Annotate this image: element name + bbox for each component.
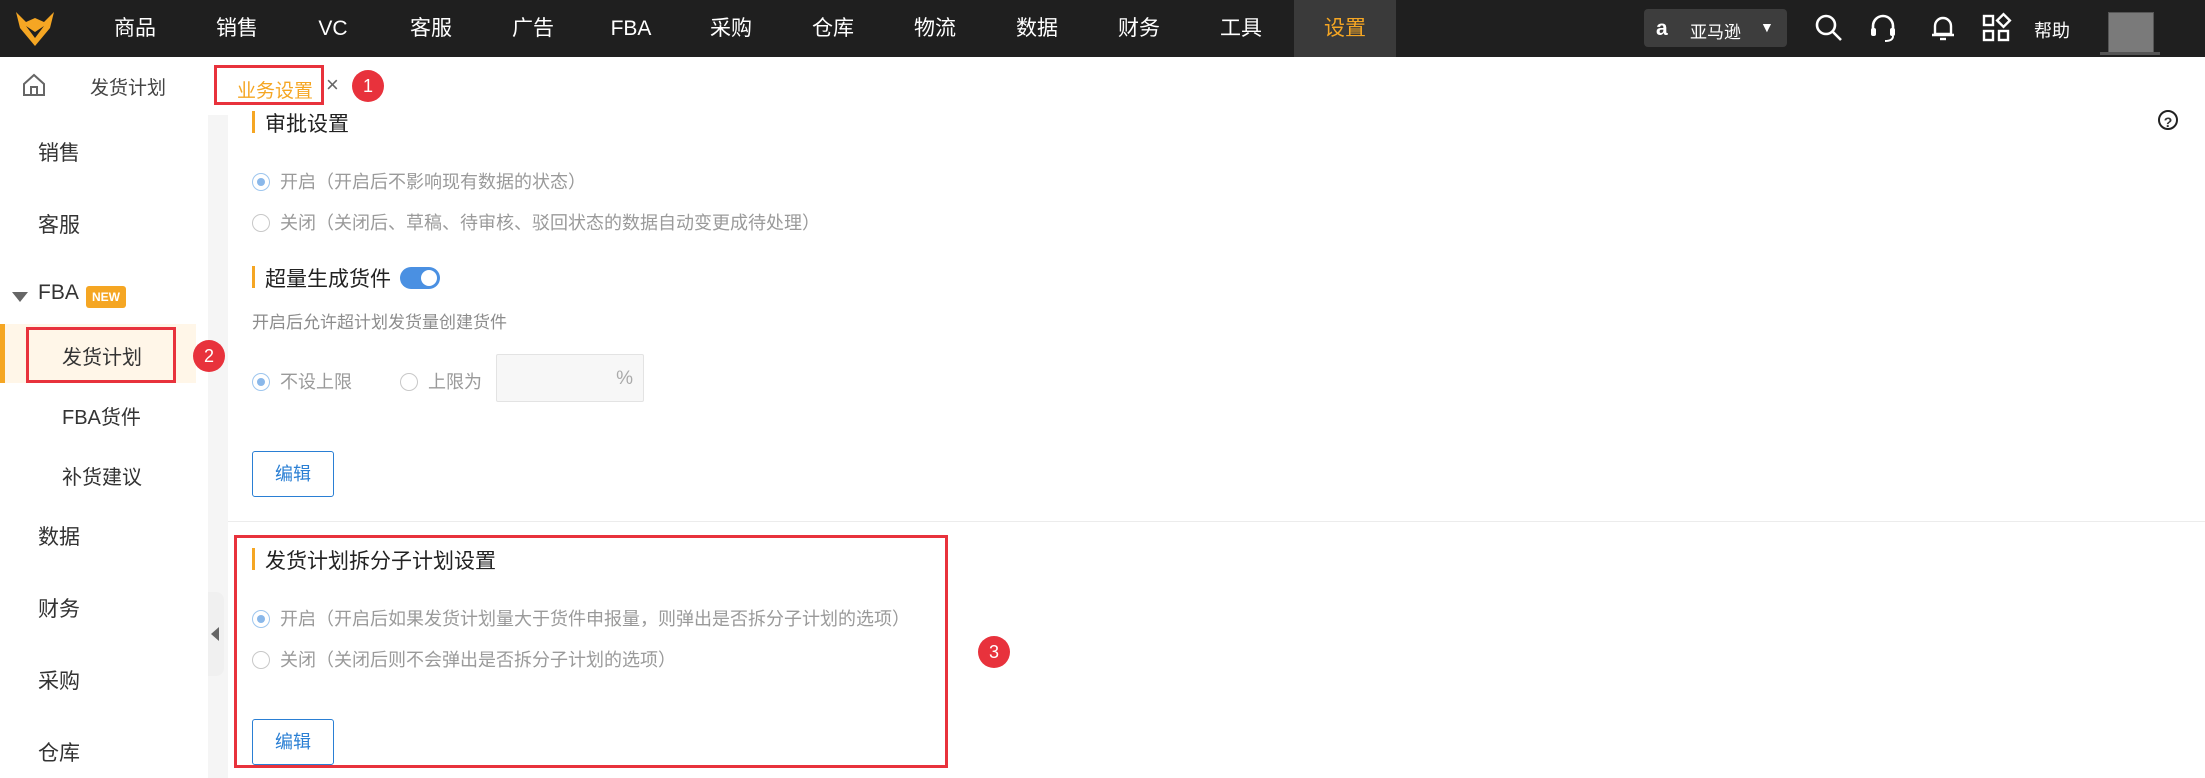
nav-finance[interactable]: 财务 [1108, 0, 1170, 57]
apps-grid-icon[interactable] [1980, 12, 2012, 44]
sidebar-item-purchasing[interactable]: 采购 [38, 665, 80, 695]
radio-circle[interactable] [252, 610, 270, 628]
radio-label: 开启（开启后如果发货计划量大于货件申报量，则弹出是否拆分子计划的选项） [280, 609, 910, 629]
tab-business-settings[interactable]: 业务设置 [214, 65, 324, 105]
new-badge: NEW [86, 286, 126, 308]
sidebar-item-finance[interactable]: 财务 [38, 593, 80, 623]
nav-vc[interactable]: VC [310, 0, 356, 57]
tab-business-settings-label: 业务设置 [237, 81, 314, 102]
radio-label: 上限为 [428, 372, 482, 392]
edit-button-split[interactable]: 编辑 [252, 719, 334, 765]
radio-approval-off[interactable]: 关闭（关闭后、草稿、待审核、驳回状态的数据自动变更成待处理） [252, 209, 820, 235]
nav-logistics[interactable]: 物流 [904, 0, 966, 57]
tab-shipment-plan[interactable]: 发货计划 [90, 73, 166, 100]
nav-tools[interactable]: 工具 [1210, 0, 1272, 57]
nav-data[interactable]: 数据 [1006, 0, 1068, 57]
help-circle-icon[interactable]: ? [2158, 110, 2178, 130]
search-icon[interactable] [1813, 12, 1845, 44]
annotation-marker-2: 2 [193, 340, 225, 372]
sidebar-collapse-handle[interactable] [208, 592, 224, 676]
limit-percent-input[interactable]: % [496, 354, 644, 402]
caret-down-icon: ▼ [1760, 19, 1774, 35]
radio-approval-on[interactable]: 开启（开启后不影响现有数据的状态） [252, 168, 586, 194]
marketplace-label: 亚马逊 [1690, 23, 1741, 42]
radio-label: 关闭（关闭后则不会弹出是否拆分子计划的选项） [280, 650, 676, 670]
section-title-split: 发货计划拆分子计划设置 [252, 545, 496, 575]
radio-circle[interactable] [252, 214, 270, 232]
sidebar-gutter [208, 115, 228, 778]
radio-label: 开启（开启后不影响现有数据的状态） [280, 172, 586, 192]
home-icon[interactable] [20, 71, 48, 99]
expand-triangle-icon[interactable] [12, 292, 28, 302]
close-tab-icon[interactable]: × [326, 72, 339, 98]
radio-split-off[interactable]: 关闭（关闭后则不会弹出是否拆分子计划的选项） [252, 646, 676, 672]
section-title-oversize: 超量生成货件 [252, 263, 391, 293]
sidebar-item-replenishment[interactable]: 补货建议 [62, 461, 142, 490]
sidebar-item-fba-shipments[interactable]: FBA货件 [62, 401, 141, 430]
radio-circle[interactable] [400, 373, 418, 391]
app-logo-icon[interactable] [14, 8, 56, 48]
nav-fba[interactable]: FBA [604, 0, 658, 57]
sidebar-item-fba[interactable]: FBA [38, 281, 79, 305]
annotation-marker-3: 3 [978, 636, 1010, 668]
oversize-toggle[interactable] [400, 267, 440, 289]
nav-ads[interactable]: 广告 [502, 0, 564, 57]
amazon-logo-icon: a [1656, 17, 1668, 40]
sidebar-item-data[interactable]: 数据 [38, 521, 80, 551]
avatar[interactable] [2108, 12, 2154, 54]
top-nav: 商品 销售 VC 客服 广告 FBA 采购 仓库 物流 数据 财务 工具 设置 … [0, 0, 2205, 57]
sidebar-item-warehouse[interactable]: 仓库 [38, 737, 80, 767]
percent-unit: % [616, 368, 633, 389]
radio-label: 不设上限 [280, 372, 352, 392]
nav-purchasing[interactable]: 采购 [700, 0, 762, 57]
radio-limit[interactable]: 上限为 [400, 368, 482, 394]
radio-circle[interactable] [252, 373, 270, 391]
edit-button-oversize[interactable]: 编辑 [252, 451, 334, 497]
radio-split-on[interactable]: 开启（开启后如果发货计划量大于货件申报量，则弹出是否拆分子计划的选项） [252, 605, 910, 631]
marketplace-select[interactable]: a 亚马逊 ▼ [1644, 9, 1787, 47]
help-link[interactable]: 帮助 [2034, 17, 2070, 43]
sidebar: 销售 客服 FBA NEW 发货计划 FBA货件 补货建议 数据 财务 采购 仓… [0, 115, 208, 778]
sidebar-active-indicator [0, 324, 5, 383]
oversize-description: 开启后允许超计划发货量创建货件 [252, 313, 507, 332]
radio-circle[interactable] [252, 651, 270, 669]
radio-circle[interactable] [252, 173, 270, 191]
collapse-left-icon [211, 627, 219, 641]
radio-label: 关闭（关闭后、草稿、待审核、驳回状态的数据自动变更成待处理） [280, 213, 820, 233]
section-title-approval: 审批设置 [252, 108, 349, 138]
bell-icon[interactable] [1927, 12, 1959, 44]
nav-customer-service[interactable]: 客服 [400, 0, 462, 57]
nav-sales[interactable]: 销售 [206, 0, 268, 57]
section-divider [228, 521, 2205, 522]
radio-no-limit[interactable]: 不设上限 [252, 368, 352, 394]
nav-warehouse[interactable]: 仓库 [802, 0, 864, 57]
highlight-box-shipment-plan [26, 327, 176, 383]
annotation-marker-1: 1 [352, 70, 384, 102]
avatar-underline [2100, 52, 2160, 55]
sidebar-item-customer-service[interactable]: 客服 [38, 209, 80, 239]
nav-products[interactable]: 商品 [104, 0, 166, 57]
nav-settings[interactable]: 设置 [1294, 0, 1396, 57]
headset-icon[interactable] [1867, 12, 1899, 44]
sidebar-item-sales[interactable]: 销售 [38, 137, 80, 167]
